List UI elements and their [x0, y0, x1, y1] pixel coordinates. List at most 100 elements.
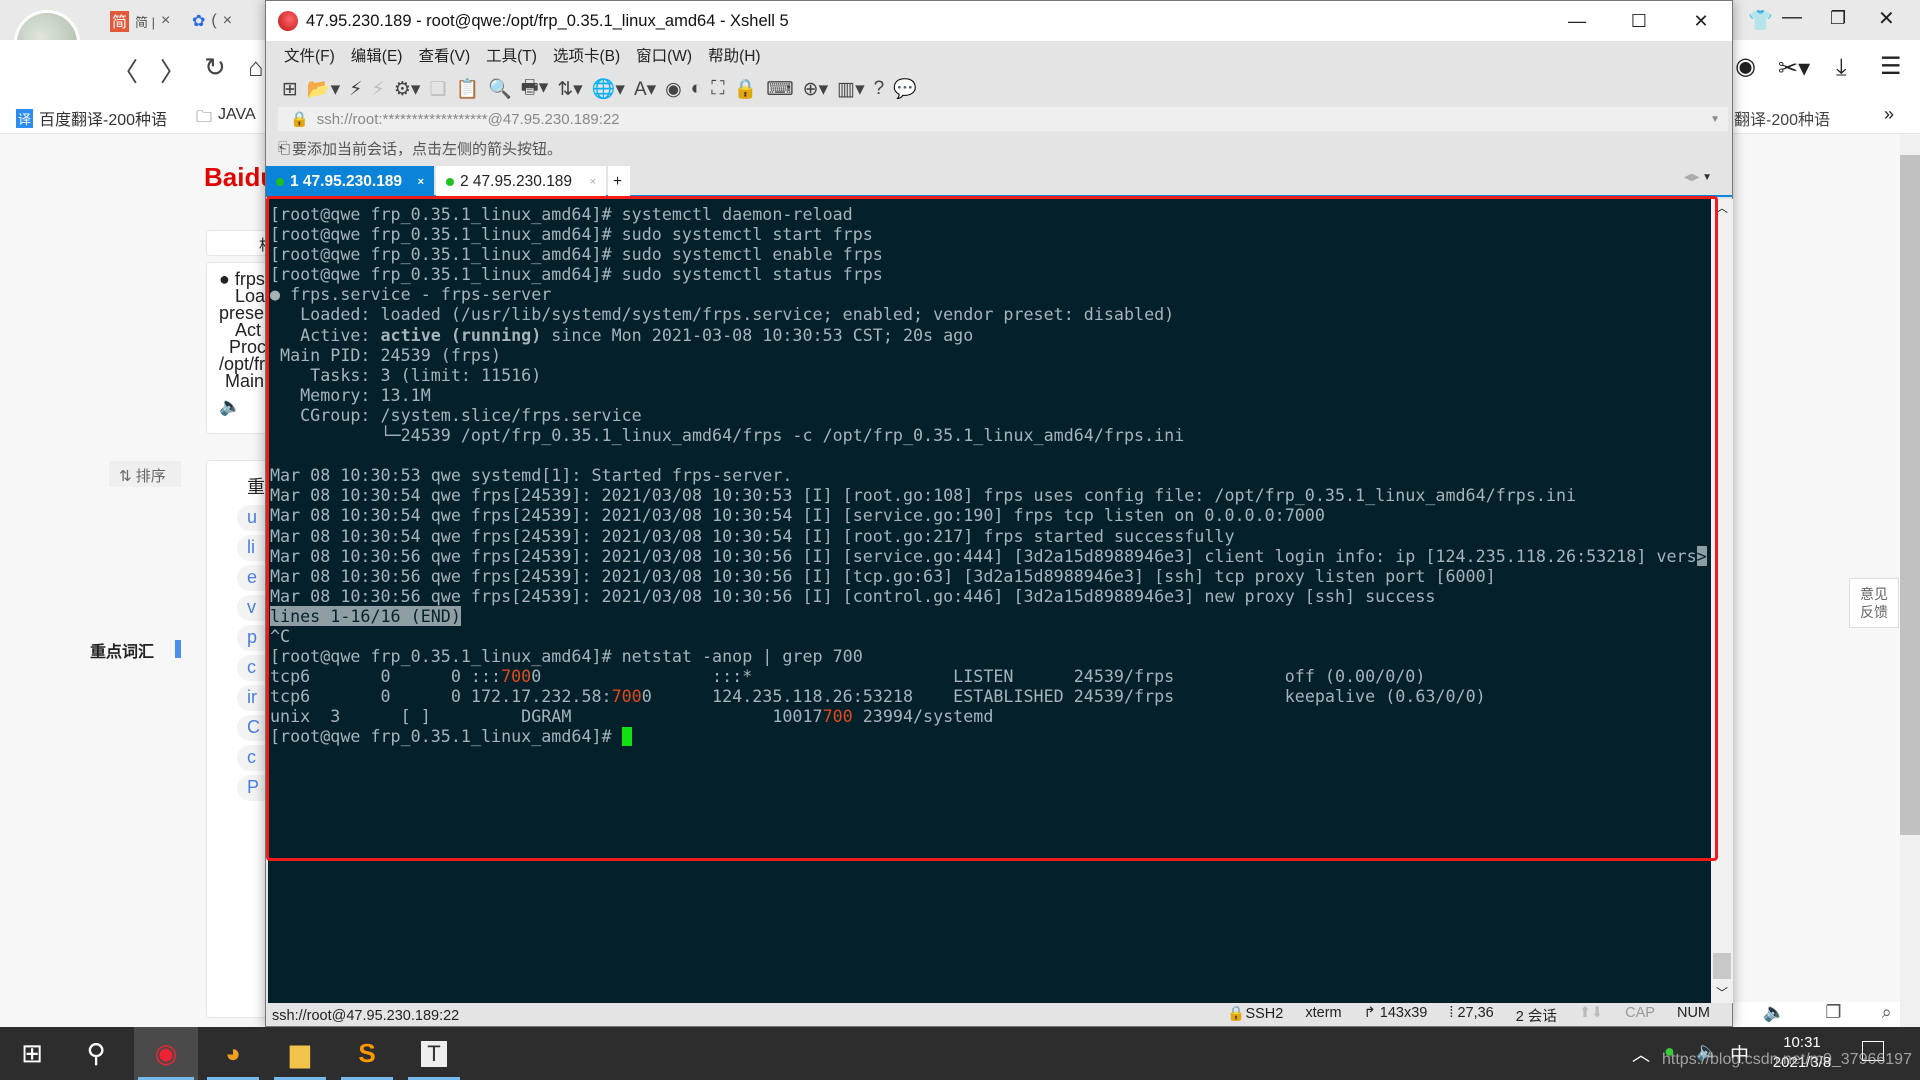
chevron-down-icon[interactable]: ▼	[1710, 114, 1720, 125]
chat-icon[interactable]: 💬	[893, 77, 917, 101]
taskbar-app-browser[interactable]: ◕	[203, 1027, 263, 1080]
menu-file[interactable]: 文件(F)	[284, 44, 335, 66]
xmanager-icon[interactable]: ◐	[691, 78, 702, 100]
more-bookmarks[interactable]: »	[1884, 104, 1894, 125]
taskbar-app-xshell[interactable]: ◉	[134, 1027, 198, 1080]
terminal-text: [root@qwe frp_0.35.1_linux_amd64]# syste…	[270, 204, 853, 224]
browser-tab[interactable]: 简简 | ×	[110, 6, 170, 36]
terminal-line: Mar 08 10:30:56 qwe frps[24539]: 2021/03…	[270, 566, 1711, 586]
paste-icon[interactable]: 📋	[455, 77, 479, 101]
jianshu-icon: 简	[110, 10, 130, 32]
terminal-text: active (running)	[380, 324, 542, 345]
close-icon[interactable]: ✕	[1878, 6, 1895, 31]
skin-icon[interactable]: 👕	[1748, 8, 1773, 33]
maximize-button[interactable]: ☐	[1608, 1, 1670, 41]
feedback-button[interactable]: 意见反馈	[1849, 578, 1899, 628]
transfer-icon[interactable]: ⇅▾	[557, 78, 582, 101]
address-bar[interactable]: 🔒 ssh://root:******************@47.95.230…	[278, 107, 1728, 131]
close-icon[interactable]: ×	[223, 12, 232, 30]
print-icon[interactable]: 🖶▾	[521, 73, 548, 105]
page-scrollbar[interactable]	[1900, 135, 1920, 1027]
connect-icon[interactable]: ⚡	[349, 78, 362, 101]
bookmark[interactable]: 🗀 JAVA	[196, 106, 256, 133]
terminal-text: 700	[822, 706, 853, 727]
extension-icon[interactable]: ◉	[1735, 52, 1756, 81]
start-button[interactable]: ⊞	[2, 1027, 62, 1080]
terminal-line: Memory: 13.1M	[270, 385, 1711, 405]
menu-edit[interactable]: 编辑(E)	[351, 44, 403, 66]
tray-expand-icon[interactable]: ︿	[1632, 1041, 1650, 1067]
layout-icon[interactable]: ▥▾	[837, 78, 865, 101]
terminal-text: since Mon 2021-03-08 10:30:53 CST; 20s a…	[541, 324, 974, 345]
fullscreen-icon[interactable]: ⛶	[711, 78, 724, 100]
globe-icon[interactable]: 🌐▾	[592, 77, 625, 101]
terminal[interactable]: [root@qwe frp_0.35.1_linux_amd64]# syste…	[268, 199, 1711, 1003]
status-size: ↱ 143x39	[1363, 1005, 1428, 1021]
new-session-icon[interactable]: ⊞	[282, 78, 298, 101]
close-icon[interactable]: ×	[418, 176, 424, 188]
bookmark[interactable]: 翻译-200种语	[1734, 106, 1830, 130]
terminal-line: lines 1-16/16 (END)	[270, 605, 1711, 626]
menu-window[interactable]: 窗口(W)	[636, 44, 692, 66]
terminal-text: Mar 08 10:30:56 qwe frps[24539]: 2021/03…	[270, 545, 1697, 566]
tab-session-2[interactable]: 2 47.95.230.189 ×	[436, 166, 606, 197]
forward-icon[interactable]: 〉	[160, 52, 186, 89]
terminal-line: Loaded: loaded (/usr/lib/systemd/system/…	[270, 304, 1711, 324]
open-folder-icon[interactable]: 📂▾	[307, 77, 340, 101]
close-icon[interactable]: ×	[590, 176, 596, 188]
taskbar-app-typora[interactable]: T	[404, 1027, 464, 1080]
terminal-line: Mar 08 10:30:53 qwe systemd[1]: Started …	[270, 465, 1711, 485]
terminal-text: >	[1696, 545, 1707, 566]
key-vocab-label[interactable]: 重点词汇	[90, 638, 154, 662]
scissors-icon[interactable]: ✂▾	[1778, 54, 1810, 83]
taskbar-app-explorer[interactable]: ▆	[270, 1027, 330, 1080]
menu-tabs[interactable]: 选项卡(B)	[553, 44, 620, 66]
disconnect-icon[interactable]: ⚡	[371, 78, 384, 101]
find-icon[interactable]: 🔍	[488, 77, 512, 101]
close-icon[interactable]: ×	[161, 12, 170, 30]
font-icon[interactable]: A▾	[634, 78, 656, 101]
help-icon[interactable]: ?	[874, 78, 885, 100]
menu-icon[interactable]: ☰	[1880, 52, 1902, 81]
terminal-line: Active: active (running) since Mon 2021-…	[270, 325, 1711, 345]
tab-scroll-arrows[interactable]: ◀▶ ▼	[1684, 172, 1712, 183]
add-tab-icon[interactable]: ⊕▾	[803, 78, 828, 101]
reload-icon[interactable]: ↻	[204, 52, 226, 83]
title-bar[interactable]: 47.95.230.189 - root@qwe:/opt/frp_0.35.1…	[266, 1, 1732, 41]
terminal-line: tcp6 0 0 :::7000 :::* LISTEN 24539/frps …	[270, 666, 1711, 686]
download-icon[interactable]: ⤓	[1836, 54, 1847, 82]
arrow-icon[interactable]: ⎗	[278, 140, 290, 157]
back-icon[interactable]: 〈	[112, 52, 138, 89]
session-hint: ⎗ 要添加当前会话，点击左侧的箭头按钮。	[278, 139, 563, 158]
taskbar-app-sublime[interactable]: S	[337, 1027, 397, 1080]
terminal-text: lines 1-16/16 (END)	[270, 605, 461, 626]
bookmark[interactable]: 译百度翻译-200种语	[16, 106, 167, 130]
menu-view[interactable]: 查看(V)	[418, 44, 470, 66]
browser-tab[interactable]: ✿(×	[192, 6, 232, 36]
connected-dot	[276, 177, 284, 186]
speaker-icon[interactable]: 🔈	[1763, 1002, 1785, 1027]
tab-session-1[interactable]: 1 47.95.230.189 ×	[266, 166, 434, 197]
search-button[interactable]: ⚲	[66, 1027, 126, 1080]
keyboard-icon[interactable]: ⌨	[766, 78, 793, 101]
status-term: xterm	[1305, 1005, 1342, 1021]
menu-tools[interactable]: 工具(T)	[486, 44, 537, 66]
copy-icon[interactable]: ❏	[429, 78, 446, 101]
close-button[interactable]: ✕	[1670, 1, 1732, 41]
minimize-icon[interactable]: —	[1782, 6, 1802, 29]
search-icon[interactable]: ⌕	[1882, 1002, 1892, 1027]
home-icon[interactable]: ⌂	[248, 52, 264, 83]
minimize-button[interactable]: —	[1546, 1, 1608, 41]
terminal-scrollbar[interactable]: ︿ ﹀	[1711, 199, 1733, 1003]
properties-icon[interactable]: ⚙▾	[394, 78, 421, 101]
xftp-icon[interactable]: ◉	[665, 78, 682, 101]
add-tab-button[interactable]: +	[608, 166, 630, 197]
lock-icon[interactable]: 🔒	[734, 77, 758, 101]
menu-help[interactable]: 帮助(H)	[708, 44, 761, 66]
window-icon[interactable]: ❐	[1825, 1002, 1841, 1027]
arrows-icon: ⬆⬇	[1578, 1005, 1604, 1021]
sort-button[interactable]: ⇅ 排序	[109, 461, 181, 487]
restore-icon[interactable]: ❐	[1830, 8, 1846, 29]
status-cursor: ⁞ 27,36	[1449, 1005, 1494, 1021]
